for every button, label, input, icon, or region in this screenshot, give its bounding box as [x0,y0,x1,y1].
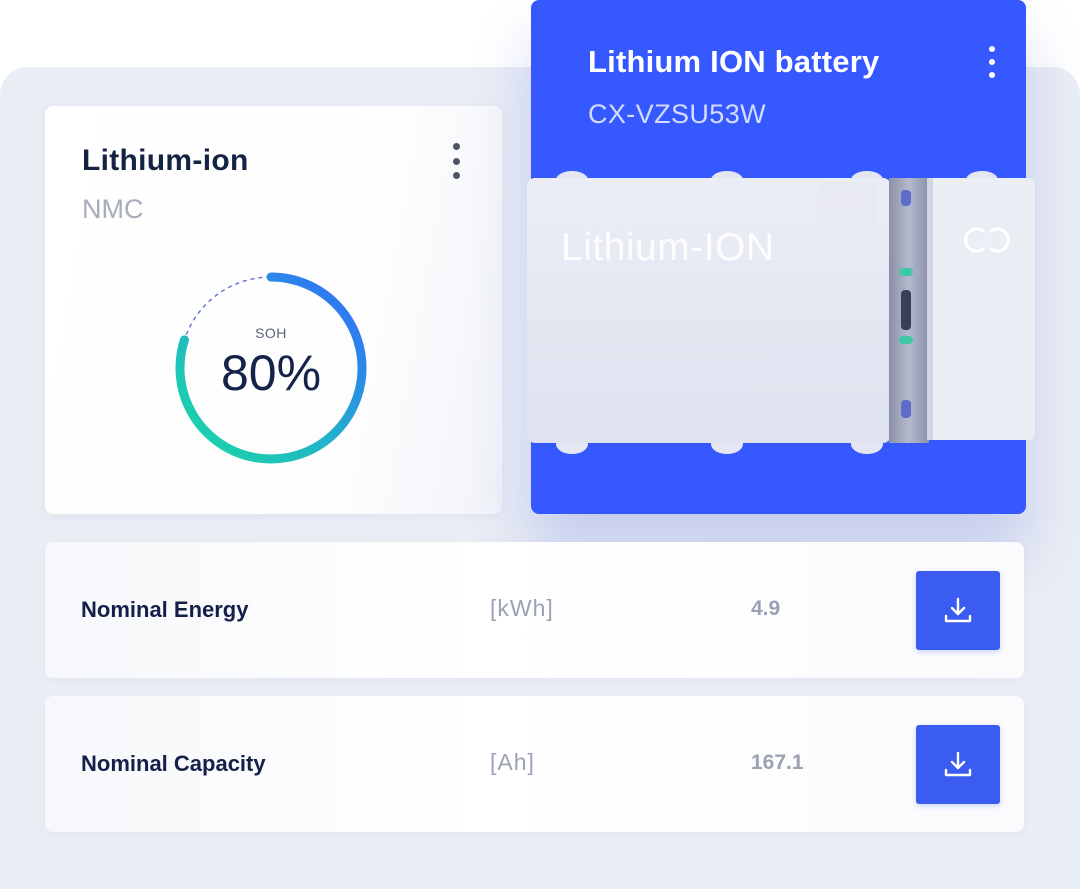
spec-name: Nominal Energy [81,597,249,622]
download-icon [944,751,972,776]
download-button[interactable] [916,571,1000,650]
battery-soh-card: Lithium-ion NMC SOH 80% [45,106,502,514]
soh-gauge: SOH 80% [171,268,371,468]
battery-title: Lithium ION battery [588,44,880,79]
download-icon [944,597,972,622]
spec-row-nominal-energy: Nominal Energy [kWh] 4.9 [45,542,1024,678]
battery-module-graphic [527,171,1035,454]
battery-serial: CX-VZSU53W [588,99,767,129]
battery-module-illustration: Lithium-ION [527,160,1037,460]
card-title: Lithium-ion [82,144,249,177]
spec-row-nominal-capacity: Nominal Capacity [Ah] 167.1 [45,696,1024,832]
gauge-label: SOH [255,325,287,341]
module-label: Lithium-ION [561,226,775,269]
app-canvas: Lithium-ion NMC SOH 80% Lithium ION batt… [0,0,1080,889]
download-button[interactable] [916,725,1000,804]
spec-unit: [kWh] [490,595,554,621]
spec-unit: [Ah] [490,749,535,775]
more-options-icon[interactable] [986,46,998,78]
spec-name: Nominal Capacity [81,751,266,776]
more-options-icon[interactable] [450,143,462,179]
card-subtitle: NMC [82,194,144,224]
gauge-value: 80% [220,345,322,401]
spec-value: 167.1 [751,751,804,774]
spec-value: 4.9 [751,597,781,620]
